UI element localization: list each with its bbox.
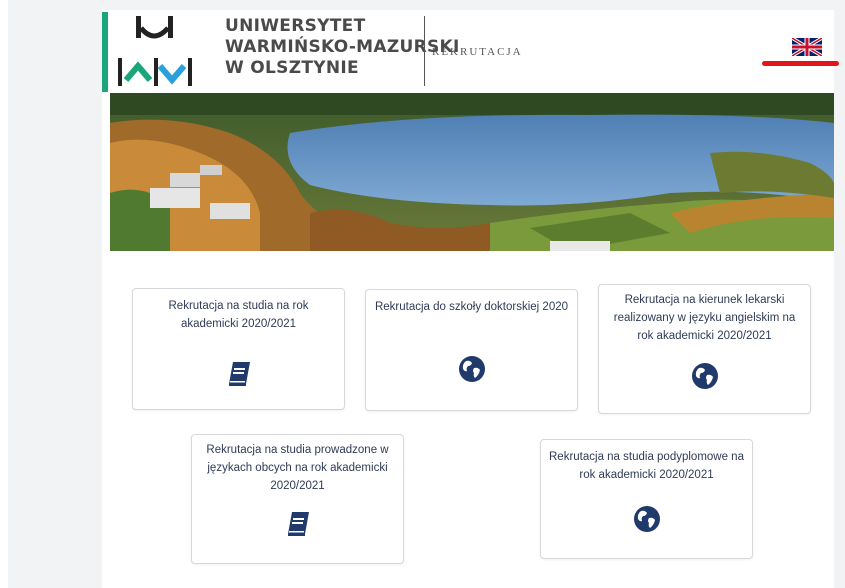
globe-icon: [691, 363, 718, 389]
uk-flag-icon[interactable]: [792, 38, 822, 56]
recruitment-cards: Rekrutacja na studia na rok akademicki 2…: [110, 248, 834, 588]
hero-landscape-image: [110, 93, 834, 251]
globe-icon: [458, 356, 485, 382]
card-jezyki-obce[interactable]: Rekrutacja na studia prowadzone w języka…: [191, 434, 404, 564]
card-studia-podyplomowe[interactable]: Rekrutacja na studia podyplomowe na rok …: [540, 439, 753, 559]
card-label: Rekrutacja do szkoły doktorskiej 2020: [374, 301, 569, 313]
page: UNIWERSYTET WARMIŃSKO-MAZURSKI W OLSZTYN…: [0, 0, 845, 588]
accent-bar: [102, 12, 108, 92]
card-label: Rekrutacja na studia prowadzone w języka…: [206, 444, 389, 492]
card-kierunek-lekarski[interactable]: Rekrutacja na kierunek lekarski realizow…: [598, 284, 811, 414]
book-icon: [287, 512, 309, 536]
left-gutter: [0, 0, 8, 588]
card-label: Rekrutacja na kierunek lekarski realizow…: [613, 294, 796, 342]
header-divider: [424, 16, 425, 86]
card-studia-rok-akademicki[interactable]: Rekrutacja na studia na rok akademicki 2…: [132, 288, 345, 410]
book-icon: [228, 362, 250, 386]
university-logo[interactable]: [116, 14, 192, 88]
card-label: Rekrutacja na studia na rok akademicki 2…: [168, 300, 309, 330]
language-highlight-underline: [762, 61, 839, 66]
section-label: REKRUTACJA: [432, 46, 523, 58]
card-label: Rekrutacja na studia podyplomowe na rok …: [549, 451, 744, 481]
card-szkola-doktorska[interactable]: Rekrutacja do szkoły doktorskiej 2020: [365, 289, 578, 411]
globe-icon: [633, 506, 660, 532]
site-header: UNIWERSYTET WARMIŃSKO-MAZURSKI W OLSZTYN…: [102, 10, 834, 92]
